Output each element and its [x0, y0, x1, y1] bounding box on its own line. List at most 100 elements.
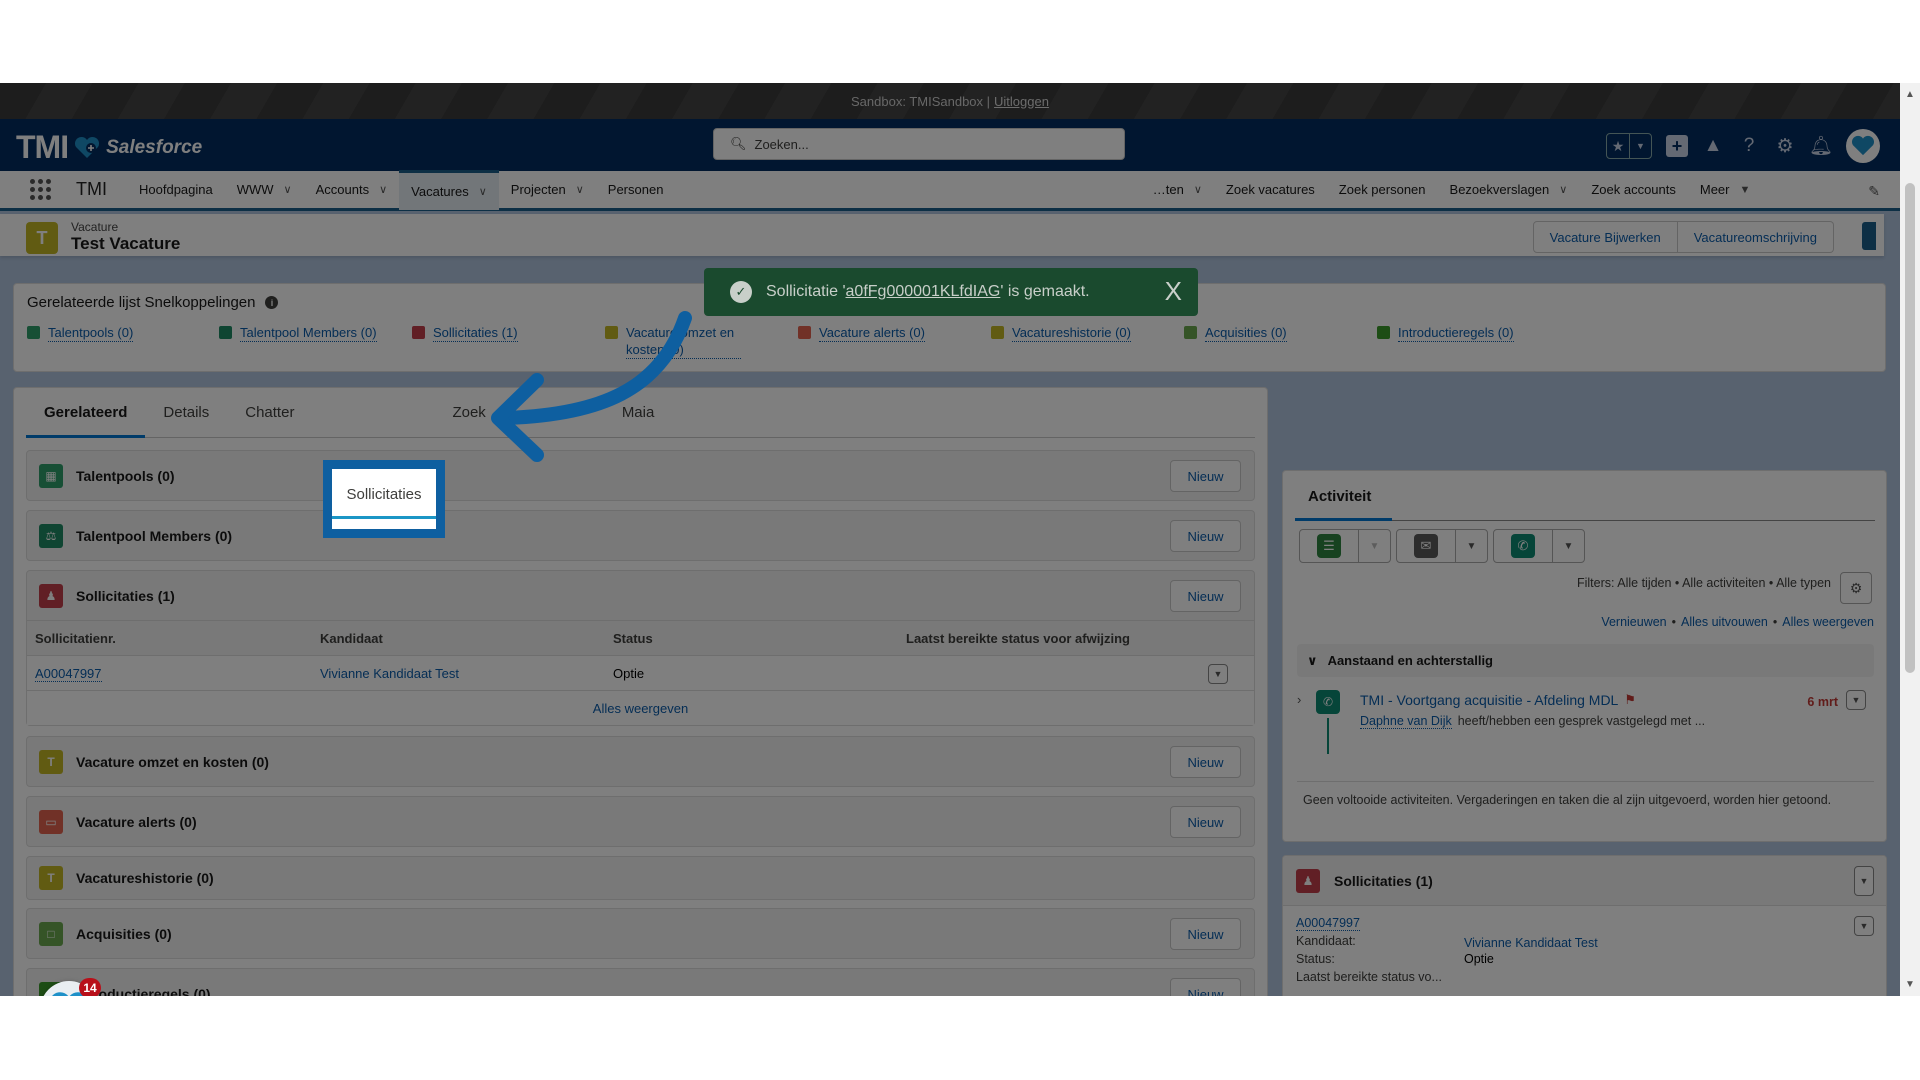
- quicklink-vacature-omzet[interactable]: Vacature omzet en kosten (0): [605, 324, 741, 359]
- quicklink-label[interactable]: Talentpools (0): [48, 324, 134, 342]
- nav-item-zoek-vacatures[interactable]: Zoek vacatures: [1214, 170, 1327, 210]
- user-avatar[interactable]: [1846, 129, 1880, 163]
- notifications-bell-icon[interactable]: 🔔︎: [1809, 135, 1833, 157]
- related-list-title[interactable]: Vacatureshistorie (0): [76, 870, 214, 886]
- card-title[interactable]: Sollicitaties (1): [1334, 873, 1433, 889]
- quicklink-vacatureshistorie[interactable]: Vacatureshistorie (0): [991, 324, 1131, 342]
- nav-item-projecten[interactable]: Projecten ∨: [499, 170, 596, 210]
- kandidaat-link[interactable]: Vivianne Kandidaat Test: [1464, 936, 1598, 950]
- caret-down-icon[interactable]: ▼: [1740, 184, 1751, 196]
- quicklink-introductieregels[interactable]: Introductieregels (0): [1377, 324, 1514, 342]
- tab-details[interactable]: Details: [145, 387, 227, 437]
- quicklink-label[interactable]: Vacature omzet en kosten (0): [626, 324, 741, 359]
- nav-item-meer[interactable]: Meer ▼: [1688, 170, 1763, 210]
- scrollbar-thumb[interactable]: [1905, 183, 1915, 673]
- column-header[interactable]: Sollicitatienr.: [27, 631, 320, 646]
- nav-item-hoofdpagina[interactable]: Hoofdpagina: [127, 170, 225, 210]
- column-header[interactable]: Status: [613, 631, 906, 646]
- log-call-button[interactable]: ✆ ▼: [1493, 529, 1585, 563]
- toast-record-link[interactable]: a0fFg000001KLfdIAG: [846, 283, 1001, 300]
- email-dropdown-icon[interactable]: ▼: [1455, 530, 1487, 562]
- tab-gerelateerd[interactable]: Gerelateerd: [26, 387, 146, 438]
- help-icon[interactable]: ?: [1738, 135, 1760, 157]
- nav-item-partial[interactable]: …ten ∨: [1141, 170, 1214, 210]
- quicklink-acquisities[interactable]: Acquisities (0): [1184, 324, 1287, 342]
- chevron-down-icon[interactable]: ∨: [1307, 653, 1318, 669]
- activity-title[interactable]: TMI - Voortgang acquisitie - Afdeling MD…: [1360, 692, 1636, 708]
- chevron-down-icon[interactable]: ∨: [284, 183, 292, 196]
- favorites-dropdown-icon[interactable]: ▼: [1629, 134, 1651, 158]
- call-dropdown-icon[interactable]: ▼: [1552, 530, 1584, 562]
- chevron-down-icon[interactable]: ∨: [379, 183, 387, 196]
- column-header[interactable]: Laatst bereikte status voor afwijzing: [906, 631, 1254, 646]
- nav-item-vacatures[interactable]: Vacatures ∨: [399, 169, 499, 210]
- activity-title-text[interactable]: TMI - Voortgang acquisitie - Afdeling MD…: [1360, 692, 1618, 708]
- related-list-title[interactable]: Vacature alerts (0): [76, 814, 197, 830]
- quicklink-vacature-alerts[interactable]: Vacature alerts (0): [798, 324, 925, 342]
- quicklink-sollicitaties[interactable]: Sollicitaties (1): [412, 324, 518, 342]
- card-actions-dropdown-icon[interactable]: ▼: [1854, 866, 1874, 896]
- page-scrollbar[interactable]: ▲ ▼: [1900, 83, 1920, 996]
- logout-link[interactable]: Uitloggen: [994, 94, 1049, 109]
- kandidaat-link[interactable]: Vivianne Kandidaat Test: [320, 666, 613, 681]
- favorites-star-icon[interactable]: ★: [1607, 134, 1629, 158]
- chevron-down-icon[interactable]: ∨: [1194, 183, 1202, 196]
- vacature-bijwerken-button[interactable]: Vacature Bijwerken: [1532, 221, 1678, 253]
- new-omzet-button[interactable]: Nieuw: [1170, 746, 1241, 778]
- close-icon[interactable]: X: [1165, 278, 1182, 304]
- new-email-button[interactable]: ✉ ▼: [1396, 529, 1488, 563]
- new-sollicitatie-button[interactable]: Nieuw: [1170, 580, 1241, 612]
- tab-sollicitaties-placeholder[interactable]: [312, 387, 434, 437]
- quicklink-talentpool-members[interactable]: Talentpool Members (0): [219, 324, 377, 342]
- quicklink-talentpools[interactable]: Talentpools (0): [27, 324, 134, 342]
- highlighted-tab-sollicitaties[interactable]: Sollicitaties: [323, 460, 445, 538]
- nav-item-www[interactable]: WWW ∨: [225, 170, 304, 210]
- setup-gear-icon[interactable]: ⚙: [1774, 135, 1796, 157]
- edit-nav-pencil-icon[interactable]: ✎: [1868, 183, 1880, 200]
- global-add-icon[interactable]: +: [1666, 135, 1688, 157]
- tab-sollicitaties-label[interactable]: Sollicitaties: [332, 486, 436, 503]
- nav-item-zoek-personen[interactable]: Zoek personen: [1327, 170, 1438, 210]
- chevron-down-icon[interactable]: ∨: [1559, 183, 1567, 196]
- new-talentpool-button[interactable]: Nieuw: [1170, 460, 1241, 492]
- activity-actions-dropdown-icon[interactable]: ▼: [1846, 690, 1866, 710]
- tile-actions-dropdown-icon[interactable]: ▼: [1854, 916, 1874, 936]
- tab-activiteit[interactable]: Activiteit: [1295, 471, 1875, 521]
- tab-zoek[interactable]: Zoek: [434, 387, 503, 437]
- quicklink-label[interactable]: Talentpool Members (0): [240, 324, 377, 342]
- nav-item-personen[interactable]: Personen: [596, 170, 1141, 210]
- upcoming-overdue-section[interactable]: ∨ Aanstaand en achterstallig: [1297, 644, 1874, 677]
- related-list-title[interactable]: Acquisities (0): [76, 926, 172, 942]
- new-acquisitie-button[interactable]: Nieuw: [1170, 918, 1241, 950]
- refresh-link[interactable]: Vernieuwen: [1601, 615, 1666, 629]
- view-all-link[interactable]: Alles weergeven: [27, 691, 1254, 725]
- app-logo[interactable]: TMI Salesforce: [16, 129, 202, 166]
- utility-panel-toggle[interactable]: [1862, 222, 1876, 250]
- new-member-button[interactable]: Nieuw: [1170, 520, 1241, 552]
- related-list-title[interactable]: Vacature omzet en kosten (0): [76, 754, 269, 770]
- trailhead-icon[interactable]: ▲: [1702, 135, 1724, 157]
- quicklink-label[interactable]: Acquisities (0): [1205, 324, 1287, 342]
- new-task-button[interactable]: ☰ ▼: [1299, 529, 1391, 563]
- filter-settings-gear-icon[interactable]: ⚙: [1840, 572, 1872, 604]
- nav-item-zoek-accounts[interactable]: Zoek accounts: [1579, 170, 1688, 210]
- info-icon[interactable]: i: [265, 296, 279, 309]
- tab-chatter[interactable]: Chatter: [227, 387, 312, 437]
- related-list-title[interactable]: Sollicitaties (1): [76, 588, 175, 604]
- global-search-input[interactable]: 🔍︎ Zoeken...: [713, 128, 1125, 160]
- nav-item-bezoekverslagen[interactable]: Bezoekverslagen ∨: [1438, 170, 1580, 210]
- new-alert-button[interactable]: Nieuw: [1170, 806, 1241, 838]
- vacatureomschrijving-button[interactable]: Vacatureomschrijving: [1677, 221, 1834, 253]
- quicklink-label[interactable]: Vacature alerts (0): [819, 324, 925, 342]
- related-list-title[interactable]: Talentpools (0): [76, 468, 175, 484]
- chevron-down-icon[interactable]: ∨: [576, 183, 584, 196]
- chevron-right-icon[interactable]: ›: [1297, 692, 1301, 707]
- scroll-down-icon[interactable]: ▼: [1905, 979, 1915, 990]
- chevron-down-icon[interactable]: ∨: [479, 185, 487, 198]
- tab-maia[interactable]: Maia: [604, 387, 673, 437]
- quicklink-label[interactable]: Sollicitaties (1): [433, 324, 518, 342]
- related-list-title[interactable]: Talentpool Members (0): [76, 528, 232, 544]
- new-introductieregel-button[interactable]: Nieuw: [1170, 978, 1241, 996]
- row-actions-dropdown-icon[interactable]: ▼: [1208, 664, 1228, 684]
- sollicitatie-link[interactable]: A00047997: [1296, 916, 1360, 931]
